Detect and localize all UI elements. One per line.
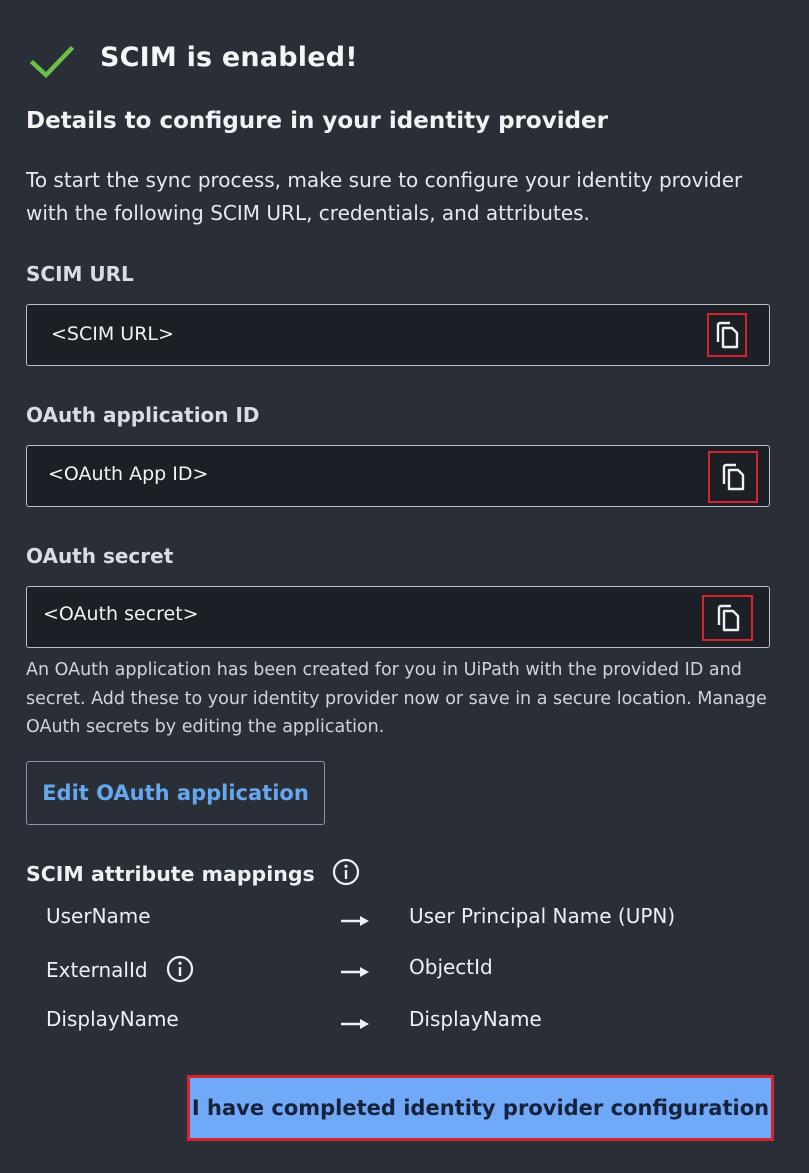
mapping-source-displayname: DisplayName bbox=[46, 1007, 179, 1031]
oauth-app-id-label: OAuth application ID bbox=[26, 403, 260, 427]
info-icon[interactable] bbox=[166, 955, 194, 983]
info-icon[interactable] bbox=[332, 858, 360, 886]
arrow-right-icon bbox=[341, 916, 369, 926]
mapping-source-externalid-text: ExternalId bbox=[46, 958, 148, 982]
oauth-app-id-value: <OAuth App ID> bbox=[48, 463, 209, 485]
copy-icon bbox=[716, 321, 739, 349]
section-heading: Details to configure in your identity pr… bbox=[26, 108, 608, 134]
oauth-secret-label: OAuth secret bbox=[26, 544, 174, 568]
attribute-mappings-title-text: SCIM attribute mappings bbox=[26, 862, 315, 886]
oauth-app-id-field[interactable]: <OAuth App ID> bbox=[26, 445, 770, 507]
copy-oauth-secret-button[interactable] bbox=[702, 595, 753, 641]
mapping-target-upn: User Principal Name (UPN) bbox=[409, 904, 676, 928]
oauth-secret-field[interactable]: <OAuth secret> bbox=[26, 586, 770, 648]
section-description: To start the sync process, make sure to … bbox=[26, 168, 743, 225]
scim-url-value: <SCIM URL> bbox=[51, 323, 174, 345]
mapping-source-externalid: ExternalId bbox=[46, 955, 194, 983]
copy-oauth-app-id-button[interactable] bbox=[708, 451, 758, 503]
mapping-target-objectid: ObjectId bbox=[409, 955, 493, 979]
check-icon bbox=[30, 45, 74, 79]
mapping-source-username: UserName bbox=[46, 904, 151, 928]
arrow-right-icon bbox=[341, 1019, 369, 1029]
copy-scim-url-button[interactable] bbox=[707, 313, 747, 357]
copy-icon bbox=[717, 604, 739, 632]
page-title: SCIM is enabled! bbox=[100, 42, 358, 73]
oauth-secret-value: <OAuth secret> bbox=[43, 603, 199, 625]
arrow-right-icon bbox=[341, 967, 369, 977]
complete-configuration-button[interactable]: I have completed identity provider confi… bbox=[187, 1075, 774, 1141]
oauth-note: An OAuth application has been created fo… bbox=[26, 660, 767, 737]
scim-url-label: SCIM URL bbox=[26, 262, 134, 286]
attribute-mappings-title: SCIM attribute mappings bbox=[26, 858, 360, 886]
scim-url-field[interactable]: <SCIM URL> bbox=[26, 304, 770, 366]
copy-icon bbox=[722, 463, 745, 491]
mapping-target-displayname: DisplayName bbox=[409, 1007, 542, 1031]
edit-oauth-application-button[interactable]: Edit OAuth application bbox=[26, 761, 325, 825]
